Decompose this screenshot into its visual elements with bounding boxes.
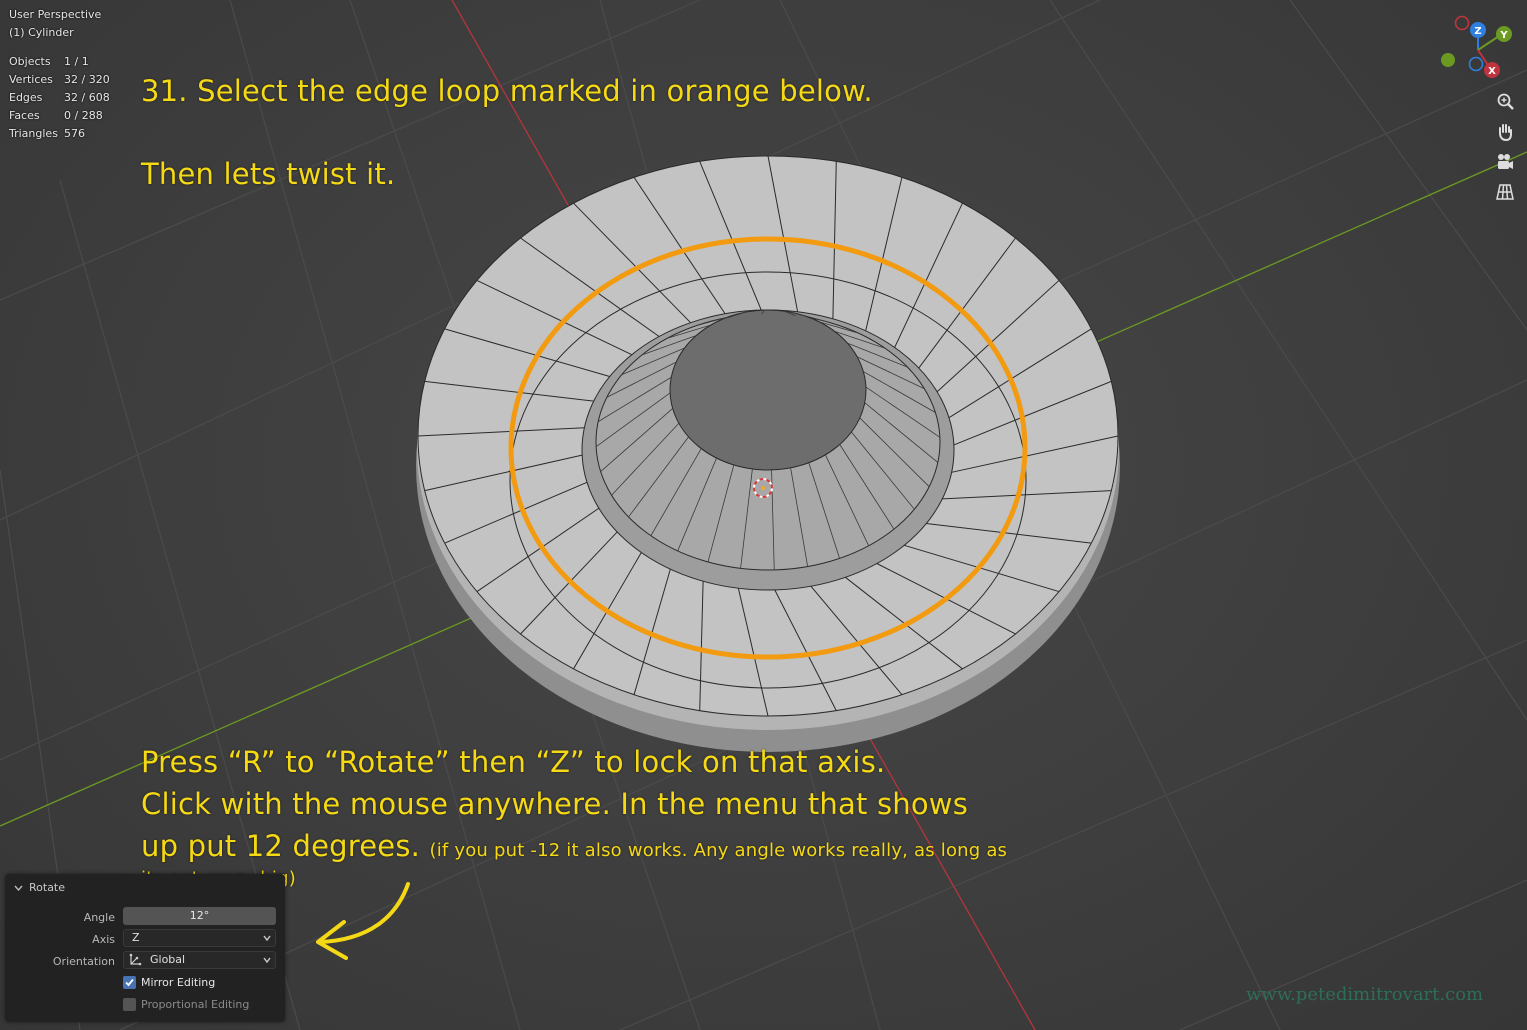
- navigation-gizmo[interactable]: Z Y X: [1436, 10, 1526, 82]
- axis-label: Axis: [92, 933, 115, 946]
- axis-row: Axis Z: [5, 929, 285, 949]
- chevron-down-icon: [263, 957, 271, 963]
- rotate-instruction-2: Click with the mouse anywhere. In the me…: [141, 787, 969, 821]
- mirror-editing-checkbox[interactable]: [123, 976, 136, 989]
- step-instruction-2: Then lets twist it.: [141, 157, 396, 191]
- check-icon: [125, 978, 134, 987]
- stat-row: Edges 32 / 608: [9, 91, 110, 104]
- svg-text:X: X: [1488, 66, 1496, 77]
- stat-row: Vertices 32 / 320: [9, 73, 110, 86]
- angle-row: Angle 12°: [5, 907, 285, 927]
- 3d-viewport[interactable]: User Perspective (1) Cylinder Objects 1 /…: [0, 0, 1527, 1030]
- gizmo-neg-z-icon: [1468, 56, 1484, 72]
- ortho-toggle-button[interactable]: [1491, 178, 1519, 206]
- stat-row: Objects 1 / 1: [9, 55, 89, 68]
- grid-ortho-icon: [1496, 184, 1514, 200]
- axis-value: Z: [132, 931, 140, 944]
- proportional-editing-row: Proportional Editing: [5, 995, 285, 1015]
- proportional-editing-checkbox[interactable]: [123, 998, 136, 1011]
- hand-pan-icon: [1499, 124, 1512, 142]
- view-title: User Perspective: [9, 8, 102, 21]
- pan-button[interactable]: [1491, 118, 1519, 146]
- camera-view-button[interactable]: [1491, 148, 1519, 176]
- rotate-instruction-3: up put 12 degrees. (if you put -12 it al…: [141, 829, 1008, 863]
- operator-title: Rotate: [29, 881, 66, 894]
- watermark: www.petedimitrovart.com: [1246, 984, 1484, 1005]
- orientation-row: Orientation Global: [5, 951, 285, 971]
- orientation-value: Global: [150, 953, 186, 966]
- camera-icon: [1498, 154, 1513, 169]
- gizmo-neg-x-icon: [1454, 15, 1470, 31]
- axis-select[interactable]: Z: [123, 929, 276, 947]
- chevron-down-icon: [14, 885, 23, 891]
- rotate-instruction-1: Press “R” to “Rotate” then “Z” to lock o…: [141, 745, 886, 779]
- zoom-icon: [1497, 93, 1514, 110]
- arrow-icon: [316, 882, 410, 960]
- active-object: (1) Cylinder: [9, 26, 74, 39]
- operator-panel: Rotate Angle 12° Axis Z Orientation Glob…: [5, 874, 285, 1022]
- gizmo-neg-y-icon: [1441, 53, 1455, 67]
- chevron-down-icon: [263, 935, 271, 941]
- orientation-axes-icon: [129, 953, 142, 966]
- cylinder-mesh: [416, 155, 1120, 752]
- zoom-button[interactable]: [1491, 88, 1519, 116]
- step-instruction: 31. Select the edge loop marked in orang…: [141, 74, 873, 108]
- orientation-select[interactable]: Global: [123, 951, 276, 969]
- orientation-label: Orientation: [52, 955, 115, 968]
- angle-input[interactable]: 12°: [123, 907, 276, 925]
- svg-text:Z: Z: [1474, 26, 1481, 37]
- tip-note: (if you put -12 it also works. Any angle…: [429, 840, 1008, 861]
- angle-label: Angle: [83, 911, 115, 924]
- proportional-editing-label: Proportional Editing: [141, 998, 250, 1011]
- stat-row: Faces 0 / 288: [9, 109, 103, 122]
- operator-panel-header[interactable]: Rotate: [14, 881, 65, 894]
- mirror-editing-row: Mirror Editing: [5, 973, 285, 993]
- svg-text:Y: Y: [1499, 30, 1508, 41]
- viewport-stats: User Perspective (1) Cylinder Objects 1 /…: [9, 6, 110, 143]
- stat-row: Triangles 576: [9, 127, 85, 140]
- mirror-editing-label: Mirror Editing: [141, 976, 216, 989]
